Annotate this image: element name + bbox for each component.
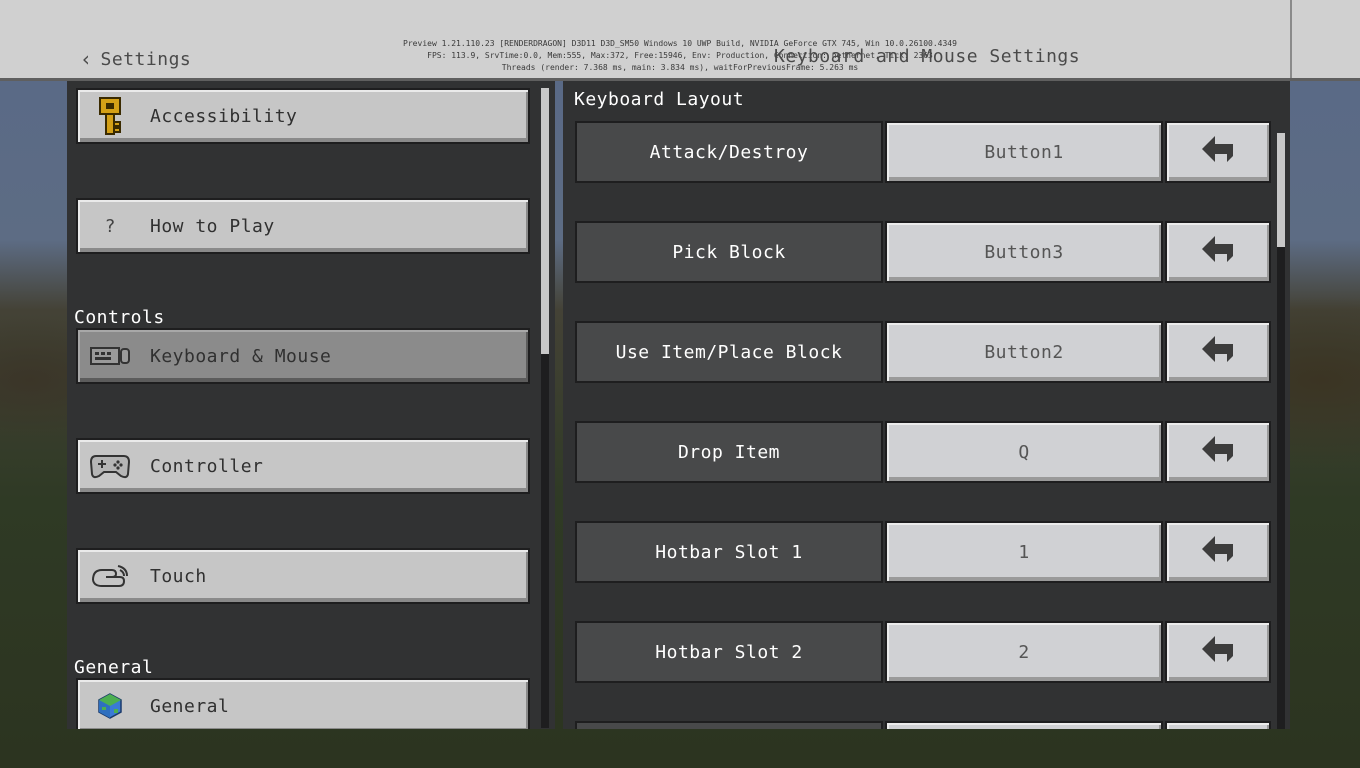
keybind-key-button[interactable]: Button3 xyxy=(885,221,1163,283)
sidebar-item-general[interactable]: General xyxy=(76,678,530,729)
key-icon xyxy=(90,96,130,136)
sidebar-item-how-to-play[interactable]: ? How to Play xyxy=(76,198,530,254)
undo-arrow-icon xyxy=(1201,435,1235,469)
keybind-action-label: Pick Block xyxy=(575,221,883,283)
undo-arrow-icon xyxy=(1201,635,1235,669)
question-icon: ? xyxy=(104,215,116,237)
keyboard-mouse-icon xyxy=(90,336,130,376)
header-divider xyxy=(1290,0,1292,78)
sidebar-item-label: Controller xyxy=(150,455,264,477)
keyboard-layout-panel: Keyboard Layout Attack/Destroy Button1 P… xyxy=(563,81,1290,729)
section-header-general: General xyxy=(74,657,154,678)
section-title-keyboard-layout: Keyboard Layout xyxy=(574,89,745,110)
reset-keybind-button[interactable] xyxy=(1165,521,1271,583)
undo-arrow-icon xyxy=(1201,235,1235,269)
sidebar-item-controller[interactable]: Controller xyxy=(76,438,530,494)
keybind-action-label xyxy=(575,721,883,729)
keyboard-layout-scrollbar-thumb[interactable] xyxy=(1277,133,1285,247)
back-label: Settings xyxy=(100,48,192,70)
sidebar-item-label: Accessibility xyxy=(150,105,298,127)
keybind-action-label: Use Item/Place Block xyxy=(575,321,883,383)
keybind-action-label: Drop Item xyxy=(575,421,883,483)
keybind-key-button[interactable]: Button2 xyxy=(885,321,1163,383)
settings-sidebar: Accessibility ? How to Play Controls Key… xyxy=(67,81,555,729)
sidebar-item-label: How to Play xyxy=(150,215,275,237)
keybind-action-label: Attack/Destroy xyxy=(575,121,883,183)
sidebar-item-label: Keyboard & Mouse xyxy=(150,345,332,367)
touch-icon xyxy=(90,556,130,596)
back-button[interactable]: ‹ Settings xyxy=(80,46,191,72)
reset-keybind-button[interactable] xyxy=(1165,721,1271,729)
reset-keybind-button[interactable] xyxy=(1165,621,1271,683)
sidebar-item-keyboard-mouse[interactable]: Keyboard & Mouse xyxy=(76,328,530,384)
keybind-action-label: Hotbar Slot 2 xyxy=(575,621,883,683)
sidebar-item-accessibility[interactable]: Accessibility xyxy=(76,88,530,144)
keybind-key-button[interactable]: 1 xyxy=(885,521,1163,583)
globe-icon xyxy=(90,686,130,726)
keybind-key-button[interactable]: Button1 xyxy=(885,121,1163,183)
sidebar-item-label: Touch xyxy=(150,565,207,587)
page-title: Keyboard and Mouse Settings xyxy=(774,46,1081,67)
reset-keybind-button[interactable] xyxy=(1165,321,1271,383)
reset-keybind-button[interactable] xyxy=(1165,121,1271,183)
keybind-action-label: Hotbar Slot 1 xyxy=(575,521,883,583)
section-header-controls: Controls xyxy=(74,307,165,328)
sidebar-scrollbar-thumb[interactable] xyxy=(541,88,549,354)
controller-icon xyxy=(90,446,130,486)
keybind-key-button[interactable] xyxy=(885,721,1163,729)
keybind-key-button[interactable]: Q xyxy=(885,421,1163,483)
undo-arrow-icon xyxy=(1201,335,1235,369)
reset-keybind-button[interactable] xyxy=(1165,421,1271,483)
header-bar: ‹ Settings Preview 1.21.110.23 [RENDERDR… xyxy=(0,0,1360,81)
sidebar-item-touch[interactable]: Touch xyxy=(76,548,530,604)
sidebar-item-label: General xyxy=(150,695,230,717)
chevron-left-icon: ‹ xyxy=(80,47,93,71)
undo-arrow-icon xyxy=(1201,135,1235,169)
keybind-key-button[interactable]: 2 xyxy=(885,621,1163,683)
reset-keybind-button[interactable] xyxy=(1165,221,1271,283)
undo-arrow-icon xyxy=(1201,535,1235,569)
